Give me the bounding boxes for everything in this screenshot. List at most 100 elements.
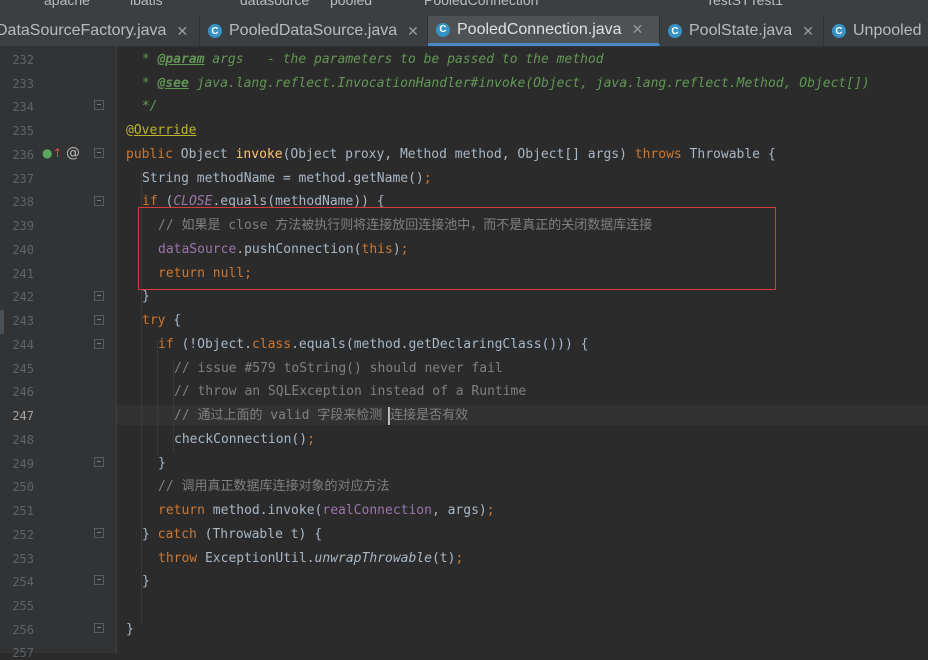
code-line-250[interactable]: // 调用真正数据库连接对象的对应方法 <box>158 478 389 496</box>
navigation-bar: apache ibatis datasource pooled PooledCo… <box>0 0 928 16</box>
code-text: } <box>142 574 150 589</box>
line-number: 234 <box>12 100 34 114</box>
doc-tag: @see <box>157 76 189 91</box>
fold-marker-icon[interactable] <box>94 291 104 301</box>
line-number: 248 <box>12 433 34 447</box>
semicolon: ; <box>423 171 432 186</box>
code-line-243[interactable]: try { <box>142 312 181 330</box>
code-line-237[interactable]: String methodName = method.getName(); <box>142 170 432 188</box>
code-text: , args) <box>431 503 487 518</box>
class-icon: C <box>208 24 222 38</box>
class-icon: C <box>436 22 450 37</box>
tab-label: PooledConnection.java <box>457 20 622 38</box>
tab-label: Unpooled <box>853 22 922 39</box>
fold-marker-icon[interactable] <box>94 315 104 325</box>
tab-unpooled[interactable]: C Unpooled <box>824 16 928 46</box>
close-icon[interactable]: ✕ <box>802 23 814 40</box>
code-text: (t) <box>431 551 456 566</box>
override-icon[interactable]: ●↑ <box>42 146 63 160</box>
code-text: } <box>126 622 134 637</box>
semicolon: ; <box>486 503 495 518</box>
at-annotation-icon[interactable]: @ <box>66 145 80 161</box>
code-line-242[interactable]: } <box>142 288 150 306</box>
close-icon[interactable]: ✕ <box>407 23 419 40</box>
keyword: throws <box>634 147 682 162</box>
fold-marker-icon[interactable] <box>94 196 104 206</box>
fold-marker-icon[interactable] <box>94 623 104 633</box>
doc-text: - the parameters to be passed to the met… <box>243 52 604 67</box>
tab-label: DataSourceFactory.java <box>0 22 167 39</box>
code-line-246[interactable]: // throw an SQLException instead of a Ru… <box>174 383 526 401</box>
code-line-244[interactable]: if (!Object.class.equals(method.getDecla… <box>158 336 589 354</box>
keyword: return <box>158 503 205 518</box>
code-text: Throwable { <box>681 147 776 162</box>
text-caret <box>388 407 390 425</box>
code-text: } <box>158 456 166 471</box>
line-number: 256 <box>12 623 34 637</box>
code-line-234[interactable]: */ <box>134 98 158 116</box>
gutter-divider <box>116 46 117 653</box>
fold-marker-icon[interactable] <box>94 148 104 158</box>
indent-guide <box>157 340 158 455</box>
annotation-name: Override <box>133 123 197 138</box>
class-icon: C <box>832 24 846 38</box>
breadcrumb-item[interactable]: datasource <box>240 0 309 8</box>
code-line-256[interactable]: } <box>126 621 134 639</box>
line-number: 251 <box>12 504 34 518</box>
fold-marker-icon[interactable] <box>94 457 104 467</box>
static-method: unwrapThrowable <box>314 551 432 566</box>
code-text: Object <box>172 147 236 162</box>
line-number: 252 <box>12 528 34 542</box>
tab-datasourcefactory[interactable]: DataSourceFactory.java ✕ <box>0 16 200 46</box>
code-line-233[interactable]: * @see java.lang.reflect.InvocationHandl… <box>134 75 870 93</box>
close-icon[interactable]: ✕ <box>632 21 644 38</box>
keyword: if <box>158 337 174 352</box>
line-number: 237 <box>12 172 34 186</box>
line-number-current: 247 <box>12 409 34 423</box>
line-number: 249 <box>12 457 34 471</box>
fold-marker-icon[interactable] <box>94 339 104 349</box>
fold-marker-icon[interactable] <box>94 528 104 538</box>
keyword: throw <box>158 551 198 566</box>
tab-poolstate[interactable]: C PoolState.java ✕ <box>660 16 824 46</box>
code-text: (Object proxy, Method method, Object[] a… <box>282 147 635 162</box>
code-text: String methodName = method.getName() <box>142 171 424 186</box>
keyword: catch <box>157 527 197 542</box>
fold-marker-icon[interactable] <box>94 100 104 110</box>
tab-label: PooledDataSource.java <box>229 22 398 39</box>
code-line-235[interactable]: @Override <box>126 122 196 140</box>
line-number: 240 <box>12 243 34 257</box>
code-line-232[interactable]: * @param args - the parameters to be pas… <box>134 51 604 69</box>
line-number: 238 <box>12 195 34 209</box>
breadcrumb-item[interactable]: apache <box>44 0 90 8</box>
breadcrumb-item[interactable]: ibatis <box>130 0 163 8</box>
code-line-248[interactable]: checkConnection(); <box>174 431 315 449</box>
line-number: 241 <box>12 267 34 281</box>
code-text: } <box>142 289 150 304</box>
code-line-247[interactable]: // 通过上面的 valid 字段来检测 连接是否有效 <box>174 407 468 425</box>
code-text: checkConnection() <box>174 432 308 447</box>
field: realConnection <box>322 503 432 518</box>
comment: // 通过上面的 valid 字段来检测 连接是否有效 <box>174 408 469 423</box>
fold-marker-icon[interactable] <box>94 575 104 585</box>
code-text: (Throwable t) { <box>196 527 323 542</box>
code-line-254[interactable]: } <box>142 573 150 591</box>
code-line-236[interactable]: public Object invoke(Object proxy, Metho… <box>126 146 776 164</box>
close-icon[interactable]: ✕ <box>176 23 188 40</box>
line-number: 244 <box>12 338 34 352</box>
breadcrumb-item[interactable]: PooledConnection <box>424 0 538 8</box>
code-line-249[interactable]: } <box>158 455 166 473</box>
code-line-245[interactable]: // issue #579 toString() should never fa… <box>174 360 503 378</box>
line-number: 235 <box>12 124 34 138</box>
code-line-251[interactable]: return method.invoke(realConnection, arg… <box>158 502 495 520</box>
keyword: public <box>126 147 173 162</box>
line-number: 243 <box>12 314 34 328</box>
run-configuration-select[interactable]: TestSTTest1 <box>706 0 783 8</box>
tab-pooledconnection[interactable]: C PooledConnection.java ✕ <box>428 16 660 46</box>
tab-pooleddatasource[interactable]: C PooledDataSource.java ✕ <box>200 16 428 46</box>
code-line-252[interactable]: } catch (Throwable t) { <box>142 526 322 544</box>
comment: // throw an SQLException instead of a Ru… <box>174 384 527 399</box>
code-line-253[interactable]: throw ExceptionUtil.unwrapThrowable(t); <box>158 550 463 568</box>
breadcrumb-item[interactable]: pooled <box>330 0 372 8</box>
line-number: 255 <box>12 599 34 613</box>
